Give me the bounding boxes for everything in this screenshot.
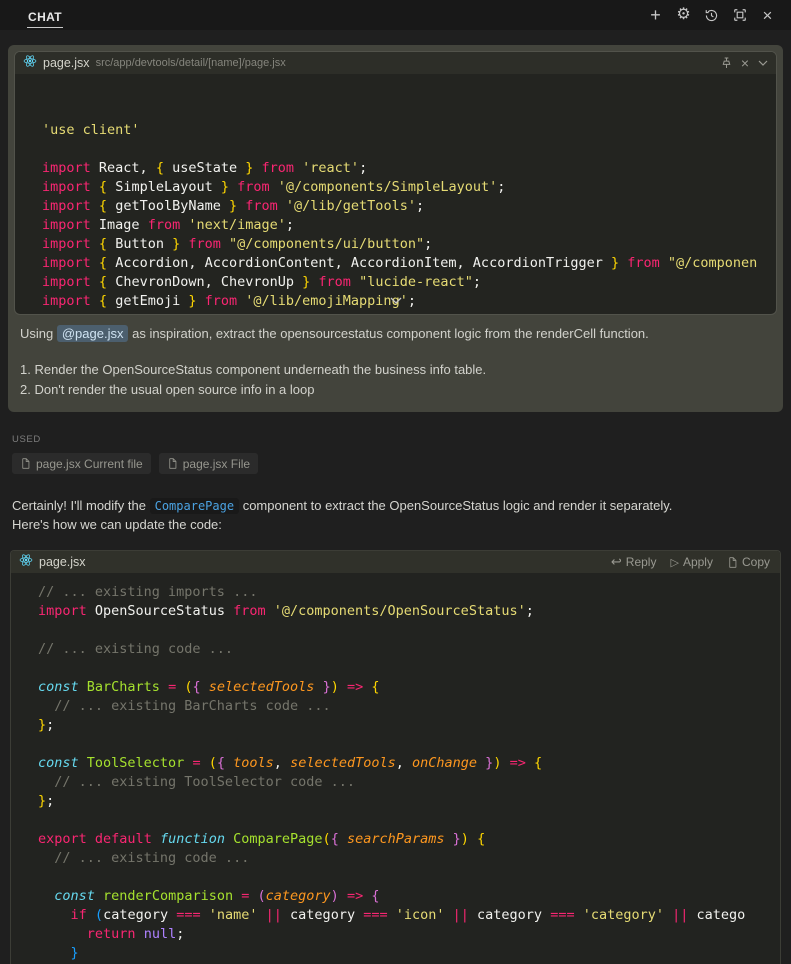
open-in-editor-icon[interactable] — [730, 6, 749, 25]
new-chat-icon[interactable]: + — [646, 6, 665, 25]
used-label: USED — [12, 434, 791, 445]
user-message-list: 1. Render the OpenSourceStatus component… — [20, 360, 771, 400]
apply-label: Apply — [683, 555, 713, 569]
assistant-code-content: // ... existing imports ...import OpenSo… — [11, 573, 780, 964]
list-item: 1. Render the OpenSourceStatus component… — [20, 360, 771, 380]
attached-file-card: page.jsx src/app/devtools/detail/[name]/… — [14, 51, 777, 315]
used-chips: page.jsx Current file page.jsx File — [12, 453, 791, 474]
assistant-message-text: Certainly! I'll modify the ComparePage c… — [12, 497, 779, 534]
attached-file-name: page.jsx — [43, 56, 90, 70]
history-icon[interactable] — [702, 6, 721, 25]
expand-code-chevron-icon[interactable] — [390, 291, 402, 309]
tab-chat[interactable]: CHAT — [27, 3, 63, 28]
reply-label: Reply — [626, 555, 657, 569]
close-icon[interactable]: × — [758, 6, 777, 25]
list-item: 2. Don't render the usual open source in… — [20, 380, 771, 400]
copy-label: Copy — [742, 555, 770, 569]
assistant-code-block: page.jsx ↩ Reply ▷ Apply Copy // ... exi… — [10, 550, 781, 964]
used-chip-current-file[interactable]: page.jsx Current file — [12, 453, 151, 474]
react-file-icon — [19, 553, 33, 572]
chip-label: page.jsx Current file — [36, 457, 143, 471]
reply-icon: ↩ — [611, 554, 622, 570]
copy-icon — [727, 556, 738, 569]
reply-button[interactable]: ↩ Reply — [611, 554, 657, 570]
copy-button[interactable]: Copy — [727, 555, 770, 569]
pin-icon[interactable] — [721, 57, 732, 69]
user-message-text: Using @page.jsx as inspiration, extract … — [20, 325, 771, 343]
settings-gear-icon[interactable]: ⚙ — [674, 6, 693, 25]
assistant-code-header: page.jsx ↩ Reply ▷ Apply Copy — [11, 551, 780, 573]
play-icon: ▷ — [670, 556, 678, 569]
remove-attachment-icon[interactable]: × — [741, 55, 749, 71]
used-chip-file[interactable]: page.jsx File — [159, 453, 258, 474]
assistant-code-file-name: page.jsx — [39, 555, 86, 569]
attached-file-path: src/app/devtools/detail/[name]/page.jsx — [96, 57, 286, 69]
attached-code-content: 'use client' import React, { useState } … — [15, 74, 776, 314]
titlebar-actions: + ⚙ × — [646, 6, 777, 25]
react-file-icon — [23, 54, 37, 73]
attached-file-header[interactable]: page.jsx src/app/devtools/detail/[name]/… — [15, 52, 776, 74]
chip-label: page.jsx File — [183, 457, 250, 471]
user-message-bubble: page.jsx src/app/devtools/detail/[name]/… — [8, 45, 783, 412]
collapse-chevron-icon[interactable] — [758, 60, 768, 66]
chat-panel-titlebar: CHAT + ⚙ × — [0, 0, 791, 30]
apply-button[interactable]: ▷ Apply — [670, 555, 713, 569]
